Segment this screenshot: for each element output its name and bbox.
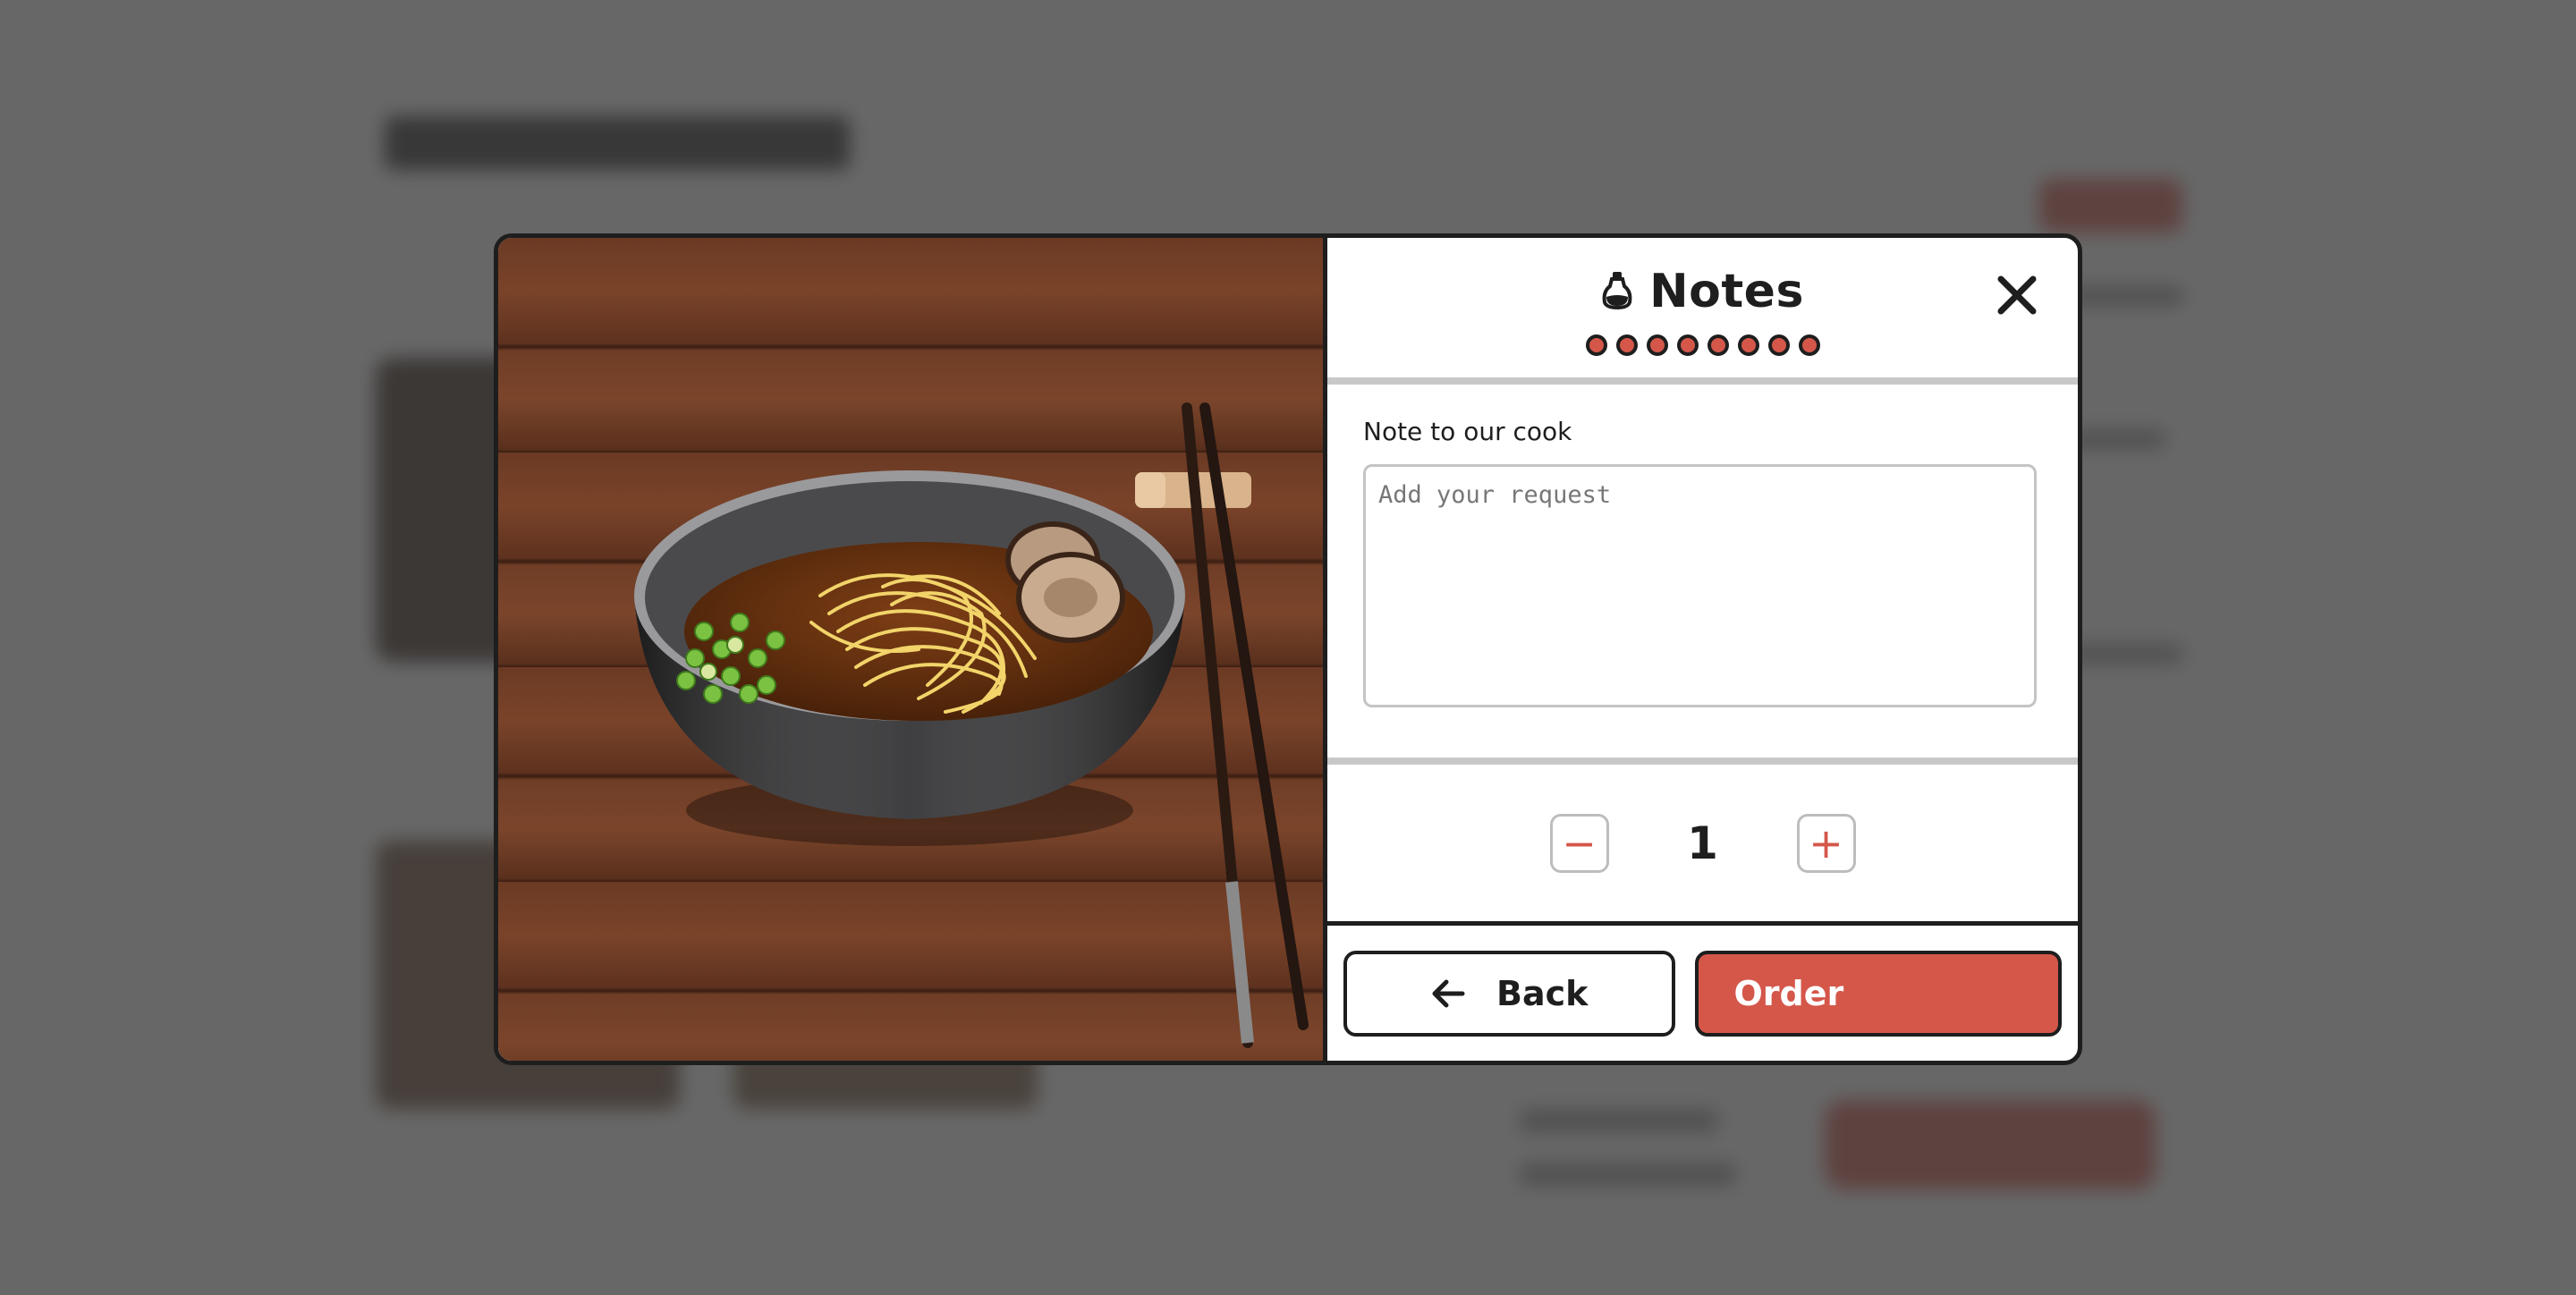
arrow-left-icon — [1432, 979, 1465, 1007]
modal-header: Notes — [1327, 238, 2078, 385]
step-dot — [1646, 334, 1668, 356]
step-dot — [1615, 334, 1638, 356]
decrement-button[interactable]: − — [1549, 813, 1609, 873]
note-label: Note to our cook — [1363, 417, 1572, 446]
step-dot — [1707, 334, 1729, 356]
ramen-illustration — [634, 402, 1309, 1048]
step-dot — [1798, 334, 1820, 356]
minus-icon: − — [1562, 818, 1597, 868]
close-icon — [1997, 275, 2037, 315]
modal-title: Notes — [1649, 265, 1804, 318]
soy-sauce-bottle-icon — [1601, 270, 1633, 313]
modal-title-row: Notes — [1327, 265, 2078, 318]
ramen-photo — [498, 238, 1327, 1061]
plus-icon: + — [1809, 818, 1843, 868]
back-button[interactable]: Back — [1343, 950, 1675, 1037]
close-button[interactable] — [1992, 270, 2042, 320]
note-textarea[interactable] — [1363, 464, 2037, 707]
increment-button[interactable]: + — [1796, 813, 1856, 873]
back-button-label: Back — [1496, 973, 1589, 1013]
notes-panel: Notes Note to our cook − 1 + — [1327, 238, 2078, 1061]
note-section: Note to our cook — [1327, 385, 2078, 765]
quantity-stepper: − 1 + — [1327, 765, 2078, 926]
step-dot — [1585, 334, 1607, 356]
step-dot — [1676, 334, 1699, 356]
order-button[interactable]: Order — [1694, 950, 2062, 1037]
modal-footer: Back Order — [1327, 926, 2078, 1061]
step-progress-dots — [1327, 334, 2078, 356]
notes-modal: Notes Note to our cook − 1 + — [494, 233, 2082, 1065]
quantity-value: 1 — [1687, 817, 1718, 869]
step-dot — [1737, 334, 1759, 356]
order-button-label: Order — [1733, 973, 1844, 1013]
step-dot — [1767, 334, 1790, 356]
